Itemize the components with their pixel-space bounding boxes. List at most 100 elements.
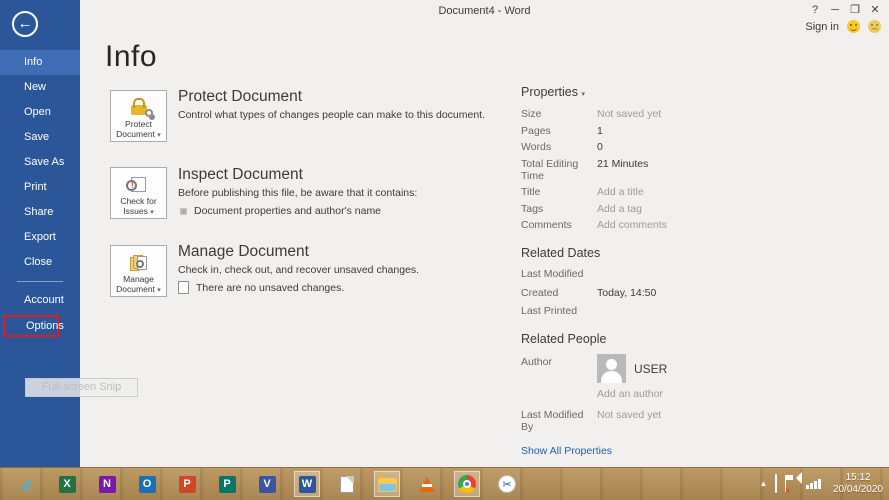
prop-value-editing-time: 21 Minutes bbox=[597, 157, 649, 170]
tray-time: 15:12 bbox=[845, 471, 871, 483]
protect-document-button[interactable]: Protect Document ▾ bbox=[110, 90, 167, 142]
chevron-down-icon: ▾ bbox=[150, 209, 154, 216]
smiley-happy-icon[interactable] bbox=[847, 20, 860, 33]
add-author-link[interactable]: Add an author bbox=[597, 388, 746, 400]
title-bar: Document4 - Word ? ─ ❐ ✕ bbox=[80, 0, 889, 22]
notepad-icon[interactable] bbox=[334, 471, 360, 497]
fullscreen-snip-tooltip: Full-screen Snip bbox=[25, 378, 138, 397]
manage-document-button[interactable]: Manage Document ▾ bbox=[110, 245, 167, 297]
prop-label: Size bbox=[521, 108, 542, 120]
snipping-tool-icon[interactable]: ✂ bbox=[494, 471, 520, 497]
show-all-properties-link[interactable]: Show All Properties bbox=[521, 445, 746, 457]
date-label: Last Modified bbox=[521, 268, 584, 280]
action-center-flag-icon[interactable] bbox=[785, 474, 787, 493]
unsaved-changes-icon bbox=[178, 280, 189, 294]
prop-value-size: Not saved yet bbox=[597, 108, 662, 120]
restore-button[interactable]: ❐ bbox=[845, 0, 865, 20]
manage-document-section: Manage Document Check in, check out, and… bbox=[178, 243, 419, 294]
manage-document-icon bbox=[129, 255, 148, 271]
sidebar-item-options[interactable]: Options bbox=[3, 315, 64, 337]
sign-in-link[interactable]: Sign in bbox=[805, 21, 839, 33]
tray-date: 20/04/2020 bbox=[832, 483, 883, 495]
sidebar-nav: Info New Open Save Save As Print Share E… bbox=[0, 50, 80, 337]
visio-icon[interactable]: V bbox=[254, 471, 280, 497]
prop-label: Words bbox=[521, 141, 552, 153]
sidebar-item-close[interactable]: Close bbox=[0, 250, 80, 275]
manage-document-heading: Manage Document bbox=[178, 243, 309, 260]
show-hidden-icons-arrow[interactable]: ▲ bbox=[760, 479, 768, 488]
related-people-heading: Related People bbox=[521, 332, 607, 346]
sidebar-item-new[interactable]: New bbox=[0, 75, 80, 100]
powerpoint-icon[interactable]: P bbox=[174, 471, 200, 497]
protect-document-heading: Protect Document bbox=[178, 88, 303, 105]
signin-row: Sign in bbox=[805, 20, 881, 33]
inspect-document-section: Inspect Document Before publishing this … bbox=[178, 166, 417, 217]
sidebar-item-save[interactable]: Save bbox=[0, 125, 80, 150]
inspect-bullet-row: Document properties and author's name bbox=[180, 205, 417, 217]
vlc-icon[interactable] bbox=[414, 471, 440, 497]
date-value-created: Today, 14:50 bbox=[597, 286, 657, 299]
system-tray: ▲ 15:12 20/04/2020 bbox=[760, 467, 883, 500]
sidebar-item-print[interactable]: Print bbox=[0, 175, 80, 200]
prop-label: Tags bbox=[521, 202, 544, 215]
author-label: Author bbox=[521, 356, 552, 368]
internet-explorer-icon[interactable]: e bbox=[14, 471, 40, 497]
chevron-down-icon: ▾ bbox=[157, 132, 161, 139]
help-button[interactable]: ? bbox=[805, 0, 825, 20]
related-dates-heading: Related Dates bbox=[521, 246, 601, 260]
author-row: Author USER bbox=[521, 354, 746, 383]
prop-add-comments[interactable]: Add comments bbox=[597, 219, 746, 231]
avatar[interactable] bbox=[597, 354, 626, 383]
sidebar-item-export[interactable]: Export bbox=[0, 225, 80, 250]
sidebar-item-save-as[interactable]: Save As bbox=[0, 150, 80, 175]
magnifier-icon bbox=[126, 180, 137, 191]
back-button[interactable]: ← bbox=[12, 11, 38, 37]
prop-add-title[interactable]: Add a title bbox=[597, 186, 746, 198]
prop-add-tag[interactable]: Add a tag bbox=[597, 203, 746, 215]
sidebar-item-info[interactable]: Info bbox=[0, 50, 80, 75]
sidebar-item-share[interactable]: Share bbox=[0, 200, 80, 225]
prop-value-words: 0 bbox=[597, 141, 603, 153]
manage-bullet-row[interactable]: There are no unsaved changes. bbox=[178, 280, 419, 294]
word-icon[interactable]: W bbox=[294, 471, 320, 497]
date-value-last-modified bbox=[597, 268, 746, 280]
window-controls: ? ─ ❐ ✕ bbox=[805, 0, 885, 20]
author-name: USER bbox=[634, 361, 668, 376]
minimize-button[interactable]: ─ bbox=[825, 0, 845, 20]
last-modified-by-label: Last Modified By bbox=[521, 409, 584, 433]
sidebar-item-account[interactable]: Account bbox=[0, 288, 80, 313]
smiley-sad-icon[interactable] bbox=[868, 20, 881, 33]
clock[interactable]: 15:12 20/04/2020 bbox=[833, 472, 883, 496]
outlook-icon[interactable]: O bbox=[134, 471, 160, 497]
magnifier-icon bbox=[135, 260, 144, 268]
network-signal-icon[interactable] bbox=[806, 478, 821, 489]
close-button[interactable]: ✕ bbox=[865, 0, 885, 20]
inspect-document-description: Before publishing this file, be aware th… bbox=[178, 187, 418, 199]
protect-document-section: Protect Document Control what types of c… bbox=[178, 88, 485, 121]
manage-bullet-text: There are no unsaved changes. bbox=[196, 282, 345, 294]
back-arrow-icon: ← bbox=[17, 15, 33, 32]
tray-device-icon[interactable] bbox=[775, 473, 778, 493]
inspect-document-icon bbox=[126, 177, 146, 192]
lock-key-icon bbox=[130, 98, 153, 117]
properties-header[interactable]: Properties ▾ bbox=[521, 85, 746, 99]
publisher-icon[interactable]: P bbox=[214, 471, 240, 497]
chrome-icon[interactable] bbox=[454, 471, 480, 497]
prop-label: Title bbox=[521, 186, 541, 198]
related-people-block: Author USER Add an author Last Modified … bbox=[521, 354, 746, 433]
sidebar-divider bbox=[17, 281, 63, 282]
protect-document-description: Control what types of changes people can… bbox=[178, 109, 486, 121]
excel-icon[interactable]: X bbox=[54, 471, 80, 497]
sidebar-item-open[interactable]: Open bbox=[0, 100, 80, 125]
inspect-bullet-text: Document properties and author's name bbox=[194, 205, 382, 217]
onenote-icon[interactable]: N bbox=[94, 471, 120, 497]
check-for-issues-button[interactable]: Check for Issues ▾ bbox=[110, 167, 167, 219]
file-explorer-icon[interactable] bbox=[374, 471, 400, 497]
protect-button-label: Protect Document bbox=[116, 119, 155, 139]
prop-label: Total Editing Time bbox=[521, 157, 579, 182]
prop-value-pages: 1 bbox=[597, 124, 603, 137]
volume-icon[interactable] bbox=[794, 475, 798, 493]
chevron-down-icon: ▾ bbox=[157, 287, 161, 294]
inspect-document-heading: Inspect Document bbox=[178, 166, 303, 183]
date-value-last-printed bbox=[597, 305, 746, 317]
